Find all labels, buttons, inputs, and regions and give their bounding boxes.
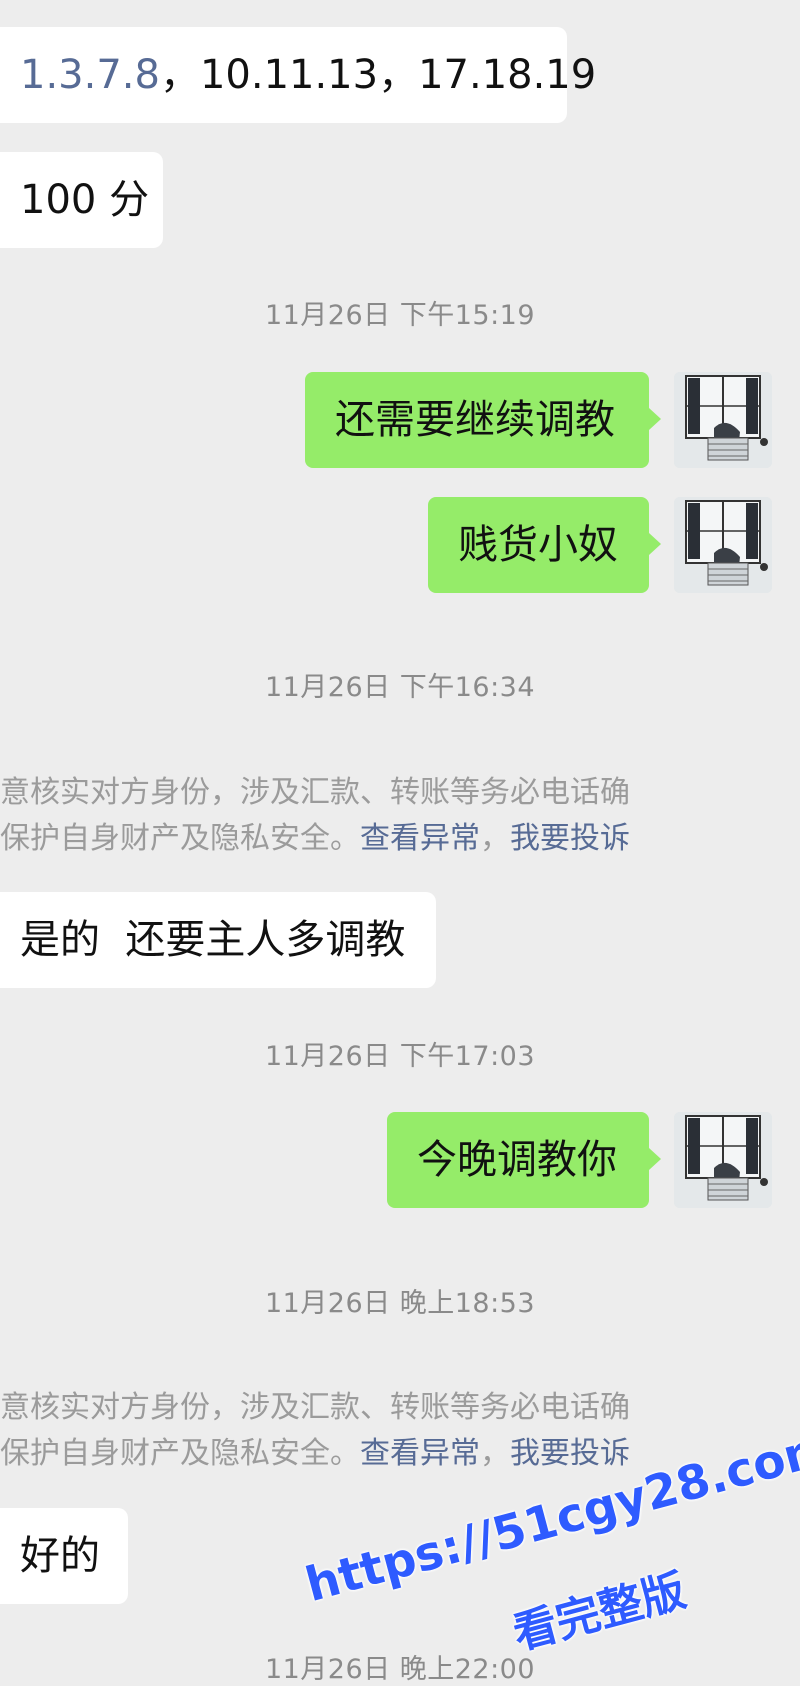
view-abnormal-link[interactable]: 查看异常 (360, 821, 480, 856)
window-avatar-icon (674, 497, 772, 593)
security-notice-line: 意核实对方身份，涉及汇款、转账等务必电话确 (0, 775, 630, 810)
timestamp: 11月26日 下午15:19 (264, 300, 536, 331)
security-notice-text: 保护自身财产及隐私安全。 (0, 1436, 360, 1471)
window-avatar-icon (674, 372, 772, 468)
security-notice-line: 保护自身财产及隐私安全。查看异常，我要投诉 (0, 816, 720, 862)
watermark-subtitle: 看完整版 (507, 1565, 692, 1660)
report-complaint-link[interactable]: 我要投诉 (510, 1436, 630, 1471)
security-notice-line: 保护自身财产及隐私安全。查看异常，我要投诉 (0, 1431, 720, 1477)
window-avatar-icon (674, 1112, 772, 1208)
view-abnormal-link[interactable]: 查看异常 (360, 1436, 480, 1471)
incoming-message-bubble[interactable]: 1.3.7.8，10.11.13，17.18.19 (0, 27, 596, 123)
message-number-link[interactable]: 1.3.7.8 (20, 52, 160, 98)
timestamp: 11月26日 下午17:03 (264, 1041, 536, 1072)
avatar[interactable] (674, 1112, 772, 1208)
incoming-message-bubble[interactable]: 好的 (0, 1508, 128, 1604)
outgoing-message-bubble[interactable]: 今晚调教你 (387, 1112, 661, 1208)
report-complaint-link[interactable]: 我要投诉 (510, 821, 630, 856)
outgoing-message-bubble[interactable]: 贱货小奴 (428, 497, 661, 593)
security-notice: 意核实对方身份，涉及汇款、转账等务必电话确 保护自身财产及隐私安全。查看异常，我… (0, 1385, 720, 1477)
security-notice: 意核实对方身份，涉及汇款、转账等务必电话确 保护自身财产及隐私安全。查看异常，我… (0, 770, 720, 862)
timestamp: 11月26日 晚上18:53 (264, 1288, 536, 1319)
separator: ， (480, 821, 510, 856)
security-notice-text: 保护自身财产及隐私安全。 (0, 821, 360, 856)
timestamp: 11月26日 下午16:34 (264, 672, 536, 703)
security-notice-line: 意核实对方身份，涉及汇款、转账等务必电话确 (0, 1390, 630, 1425)
incoming-message-bubble[interactable]: 是的 还要主人多调教 (0, 892, 436, 988)
outgoing-message-bubble[interactable]: 还需要继续调教 (305, 372, 661, 468)
separator: ， (480, 1436, 510, 1471)
timestamp: 11月26日 晚上22:00 (264, 1654, 536, 1685)
message-text: ，10.11.13，17.18.19 (159, 52, 597, 98)
incoming-message-bubble[interactable]: 100 分 (0, 152, 163, 248)
avatar[interactable] (674, 372, 772, 468)
avatar[interactable] (674, 497, 772, 593)
